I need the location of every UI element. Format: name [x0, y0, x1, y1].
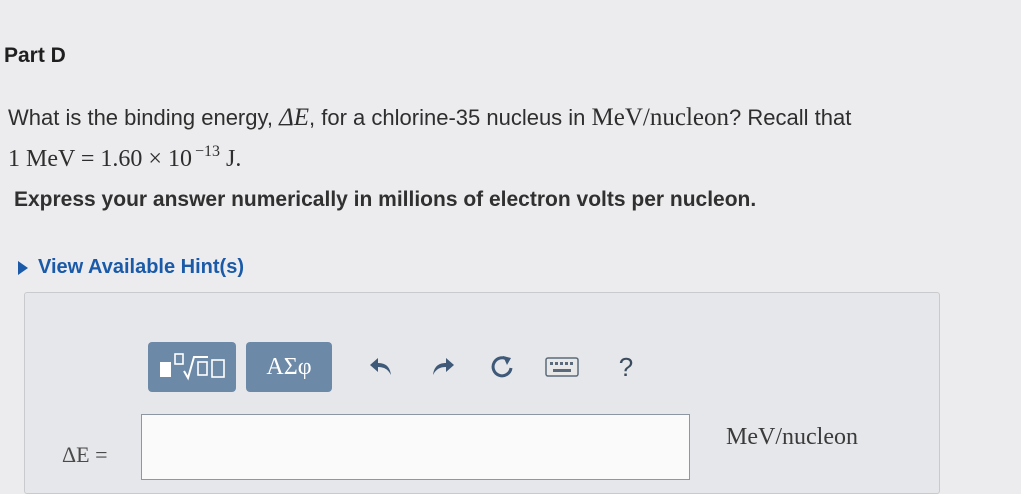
- question-text-1: What is the binding energy,: [8, 105, 280, 130]
- conversion-unit: J: [226, 146, 236, 172]
- greek-symbols-button[interactable]: ΑΣφ: [246, 342, 332, 392]
- undo-icon: [370, 358, 391, 375]
- reset-icon: [491, 356, 513, 378]
- templates-icon: [160, 353, 225, 381]
- expand-triangle-icon: [18, 260, 28, 275]
- reset-button[interactable]: [480, 345, 524, 389]
- answer-input[interactable]: [141, 414, 690, 480]
- redo-icon: [433, 358, 454, 375]
- delta-e-symbol: ΔE: [279, 104, 310, 131]
- question-text: What is the binding energy, ΔE, for a ch…: [8, 101, 998, 176]
- redo-button[interactable]: [420, 345, 464, 389]
- conversion-expression: 1 MeV = 1.60 × 10 −13 J.: [8, 143, 242, 172]
- undo-button[interactable]: [360, 345, 404, 389]
- view-hints-link[interactable]: View Available Hint(s): [18, 256, 244, 279]
- answer-unit-label: MeV/nucleon: [726, 424, 858, 450]
- conversion-period: .: [235, 146, 242, 172]
- conversion-lhs: 1 MeV = 1.60 × 10: [8, 146, 192, 172]
- answer-instruction: Express your answer numerically in milli…: [14, 188, 757, 211]
- keyboard-icon: [545, 357, 579, 377]
- templates-button[interactable]: [148, 342, 236, 392]
- keyboard-button[interactable]: [540, 345, 584, 389]
- delta-e-input-label: ΔE =: [62, 442, 108, 467]
- view-hints-label: View Available Hint(s): [38, 256, 244, 278]
- question-unit: MeV/nucleon: [591, 104, 730, 131]
- greek-symbols-label: ΑΣφ: [266, 353, 312, 380]
- help-icon: ?: [618, 351, 634, 382]
- help-button[interactable]: ?: [604, 345, 648, 389]
- part-title: Part D: [4, 44, 66, 67]
- question-text-3: ? Recall that: [729, 105, 852, 130]
- question-text-2: , for a chlorine-35 nucleus in: [309, 105, 592, 130]
- conversion-exponent: −13: [194, 143, 220, 160]
- math-toolbar: ΑΣφ ?: [148, 341, 664, 393]
